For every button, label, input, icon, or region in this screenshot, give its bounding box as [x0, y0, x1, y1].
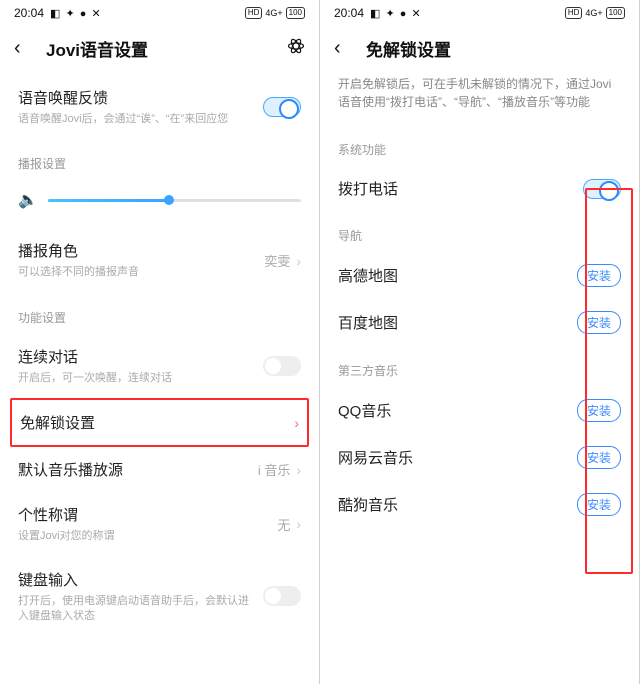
continuous-toggle[interactable]	[263, 356, 301, 376]
kugou-title: 酷狗音乐	[338, 494, 398, 515]
unlock-settings-item[interactable]: 免解锁设置 ›	[10, 398, 309, 447]
wake-title: 语音唤醒反馈	[18, 87, 253, 108]
chevron-right-icon: ›	[296, 253, 301, 269]
netease-title: 网易云音乐	[338, 447, 413, 468]
role-title: 播报角色	[18, 240, 254, 261]
status-bar: 20:04 ◧ ✦ ● ✕ HD 4G+ 100	[0, 0, 319, 26]
wake-toggle[interactable]	[263, 97, 301, 117]
keyboard-sub: 打开后，使用电源键启动语音助手后，会默认进入键盘输入状态	[18, 594, 253, 625]
status-hd: HD	[565, 7, 583, 19]
continuous-dialog-item: 连续对话 开启后，可一次唤醒，连续对话	[0, 334, 319, 398]
role-sub: 可以选择不同的播报声音	[18, 265, 254, 280]
continuous-sub: 开启后，可一次唤醒，连续对话	[18, 371, 253, 386]
music-title: 默认音乐播放源	[18, 459, 248, 480]
volume-slider-row: 🔈	[0, 180, 319, 228]
default-music-item[interactable]: 默认音乐播放源 i 音乐 ›	[0, 447, 319, 492]
wake-sub: 语音唤醒Jovi后，会通过“诶”、“在”来回应您	[18, 112, 253, 127]
gaode-title: 高德地图	[338, 265, 398, 286]
status-indicators: ◧ ✦ ● ✕	[370, 7, 422, 20]
chevron-right-icon: ›	[294, 415, 299, 431]
status-4g: 4G+	[265, 8, 282, 18]
chevron-right-icon: ›	[296, 462, 301, 478]
nickname-sub: 设置Jovi对您的称谓	[18, 529, 267, 544]
chevron-right-icon: ›	[296, 516, 301, 532]
status-bar: 20:04 ◧ ✦ ● ✕ HD 4G+ 100	[320, 0, 639, 26]
wake-feedback-item: 语音唤醒反馈 语音唤醒Jovi后，会通过“诶”、“在”来回应您	[0, 75, 319, 139]
page-title: Jovi语音设置	[46, 36, 273, 61]
status-time: 20:04	[334, 6, 364, 20]
unlock-title: 免解锁设置	[20, 412, 284, 433]
system-section-label: 系统功能	[320, 125, 639, 166]
status-battery: 100	[286, 7, 305, 19]
broadcast-section-label: 播报设置	[0, 139, 319, 180]
qq-title: QQ音乐	[338, 400, 391, 421]
nickname-title: 个性称谓	[18, 504, 267, 525]
status-indicators: ◧ ✦ ● ✕	[50, 7, 102, 20]
func-section-label: 功能设置	[0, 293, 319, 334]
status-time: 20:04	[14, 6, 44, 20]
title-bar: ‹ 免解锁设置	[320, 26, 639, 75]
status-hd: HD	[245, 7, 263, 19]
highlight-column	[585, 188, 633, 574]
continuous-title: 连续对话	[18, 346, 253, 367]
nickname-item[interactable]: 个性称谓 设置Jovi对您的称谓 无 ›	[0, 492, 319, 556]
baidu-title: 百度地图	[338, 312, 398, 333]
right-screen: 20:04 ◧ ✦ ● ✕ HD 4G+ 100 ‹ 免解锁设置 开启免解锁后，…	[320, 0, 640, 684]
title-bar: ‹ Jovi语音设置	[0, 26, 319, 75]
status-4g: 4G+	[585, 8, 602, 18]
role-value: 奕雯	[264, 251, 290, 270]
dial-title: 拨打电话	[338, 178, 398, 199]
page-description: 开启免解锁后，可在手机未解锁的情况下，通过Jovi语音使用“拨打电话”、“导航”…	[320, 75, 639, 125]
music-value: i 音乐	[258, 460, 291, 479]
keyboard-toggle[interactable]	[263, 586, 301, 606]
left-screen: 20:04 ◧ ✦ ● ✕ HD 4G+ 100 ‹ Jovi语音设置 语音唤醒…	[0, 0, 320, 684]
volume-icon: 🔈	[18, 190, 38, 210]
broadcast-role-item[interactable]: 播报角色 可以选择不同的播报声音 奕雯 ›	[0, 228, 319, 292]
keyboard-title: 键盘输入	[18, 569, 253, 590]
nickname-value: 无	[277, 515, 290, 534]
keyboard-input-item: 键盘输入 打开后，使用电源键启动语音助手后，会默认进入键盘输入状态	[0, 557, 319, 637]
back-icon[interactable]: ‹	[334, 37, 352, 60]
status-battery: 100	[606, 7, 625, 19]
page-title: 免解锁设置	[366, 36, 625, 61]
atom-icon[interactable]	[287, 37, 305, 60]
volume-slider[interactable]	[48, 199, 301, 202]
back-icon[interactable]: ‹	[14, 37, 32, 60]
